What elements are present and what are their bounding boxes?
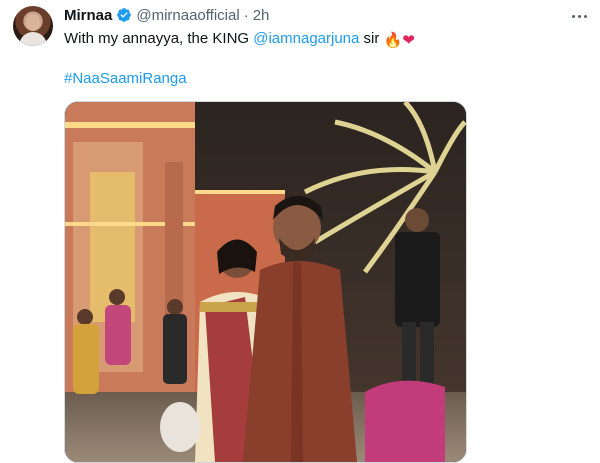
more-dot [583,14,587,18]
more-dot [571,14,575,18]
separator-dot: · [243,6,249,24]
hashtag-link[interactable]: #NaaSaamiRanga [64,69,187,89]
tweet-text-part: sir [359,30,384,47]
tweet-header: Mirnaa @mirnaaofficial · 2h [64,5,269,25]
photo-illustration [65,102,466,462]
verified-badge-icon [117,8,132,22]
author-name[interactable]: Mirnaa [64,7,112,24]
tweet-photo[interactable] [64,101,467,463]
tweet[interactable]: Mirnaa @mirnaaofficial · 2h With my anna… [0,0,600,463]
author-handle[interactable]: @mirnaaofficial [136,7,239,24]
mention-link[interactable]: @iamnagarjuna [253,30,359,47]
avatar-face [26,14,40,31]
more-dot [577,14,581,18]
fire-emoji-icon: 🔥 [383,32,403,49]
tweet-text: With my annayya, the KING @iamnagarjuna … [64,29,415,51]
heart-emoji-icon: ❤ [402,32,415,49]
tweet-timestamp[interactable]: 2h [253,7,270,24]
author-avatar[interactable] [13,6,53,46]
tweet-text-part: With my annayya, the KING [64,30,254,47]
avatar-body [19,32,47,46]
more-options-icon[interactable] [568,6,590,26]
